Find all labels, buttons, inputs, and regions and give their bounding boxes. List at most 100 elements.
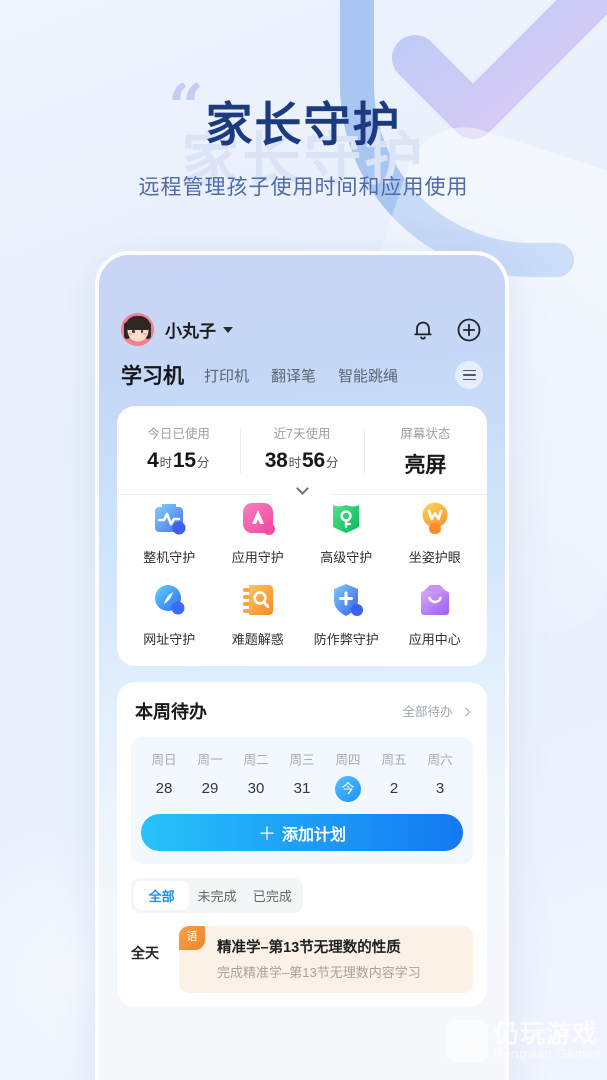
weekday-label: 周日 [151,753,177,767]
plus-icon: ＋ [257,823,276,844]
grid-item-url-guard[interactable]: 网址守护 [125,579,214,648]
list-item[interactable]: 全天 语 精准学–第13节无理数的性质 完成精准学–第13节无理数内容学习 [131,926,473,993]
stat-hours: 4 [147,449,159,472]
advanced-guard-icon [325,497,367,539]
grid-item-anticheat-guard[interactable]: 防作弊守护 [302,579,391,648]
posture-eye-icon [414,497,456,539]
date-row: 28 29 30 31 今 2 3 [141,768,463,802]
date-cell[interactable]: 28 [141,776,187,802]
date-cell[interactable]: 29 [187,776,233,802]
weekday-label: 周四 [335,753,361,767]
guard-features-card: 整机守护 应用守护 高级守护 坐姿护眼 网址守护 难题解惑 防作弊守护 应用中心 [117,481,487,666]
grid-item-label: 应用守护 [231,550,284,565]
weekday-row: 周日 周一 周二 周三 周四 周五 周六 [141,749,463,768]
url-guard-icon [148,579,190,621]
page-title: 家长守护 [205,98,402,151]
watermark-en: Rengwan Games [494,1047,601,1062]
app-guard-icon [237,497,279,539]
app-store-icon [414,579,456,621]
todo-item-time: 全天 [131,945,159,961]
page-subtitle: 远程管理孩子使用时间和应用使用 [138,176,469,199]
expand-stats-button[interactable] [273,482,331,508]
grid-item-device-guard[interactable]: 整机守护 [125,497,214,566]
date-cell[interactable]: 3 [417,776,463,802]
stat-value: 4时15分 [117,449,240,473]
filter-all[interactable]: 全部 [134,881,190,910]
stat-hours-unit: 时 [288,456,302,470]
date-cell[interactable]: 30 [233,776,279,802]
plus-circle-icon[interactable] [455,316,483,344]
stat-hours: 38 [264,449,288,472]
stat-today-usage[interactable]: 今日已使用 4时15分 [117,423,240,479]
watermark-text: 仍玩游戏 Rengwan Games [494,1019,601,1062]
week-calendar: 周日 周一 周二 周三 周四 周五 周六 28 29 30 31 今 2 3 ＋… [131,737,473,864]
stat-minutes-unit: 分 [325,456,339,470]
stat-label: 屏幕状态 [400,427,451,441]
question-search-icon [237,579,279,621]
device-guard-icon [148,497,190,539]
add-plan-button[interactable]: ＋ 添加计划 [141,814,463,851]
todo-header: 本周待办 全部待办 [131,698,473,724]
chevron-down-icon[interactable] [223,326,233,333]
stat-hours-unit: 时 [159,456,173,470]
user-name[interactable]: 小丸子 [165,317,216,342]
stat-value: 38时56分 [240,449,363,473]
stats-row: 今日已使用 4时15分 近7天使用 38时56分 屏幕状态 亮屏 [117,423,487,479]
date-cell-today[interactable]: 今 [335,776,361,802]
all-todos-link[interactable]: 全部待办 [402,701,471,721]
grid-item-app-center[interactable]: 应用中心 [391,579,480,648]
filter-complete[interactable]: 已完成 [245,881,300,910]
weekday-label: 周一 [197,753,223,767]
chevron-right-icon [461,707,471,717]
watermark-cn: 仍玩游戏 [494,1019,599,1048]
todo-item-desc: 完成精准学–第13节无理数内容学习 [217,965,421,980]
chevron-down-icon [295,482,309,495]
tab-dayinji[interactable]: 打印机 [204,365,249,386]
tab-xuexiji[interactable]: 学习机 [121,360,184,390]
grid-item-label: 整机守护 [143,550,196,565]
todo-filter-tabs: 全部 未完成 已完成 [131,878,303,913]
todo-item-title: 精准学–第13节无理数的性质 [217,940,401,956]
anticheat-shield-icon [325,579,367,621]
avatar[interactable] [121,313,154,346]
weekday-label: 周五 [381,753,407,767]
subject-badge: 语 [179,926,205,950]
grid-item-label: 难题解惑 [231,632,284,647]
stat-screen-state[interactable]: 屏幕状态 亮屏 [363,423,487,479]
hero-section: “ 家长守护 家长守护 远程管理孩子使用时间和应用使用 [0,76,607,201]
date-cell[interactable]: 2 [371,776,417,802]
grid-item-label: 坐姿护眼 [408,550,461,565]
tab-fanyibi[interactable]: 翻译笔 [271,365,316,386]
stat-value: 亮屏 [364,449,487,479]
phone-mockup: 小丸子 学习机 打印机 翻译笔 智能跳绳 今日已使用 4时15分 近7天使用 3… [95,251,509,1080]
grid-item-posture-eye[interactable]: 坐姿护眼 [391,497,480,566]
filter-incomplete[interactable]: 未完成 [189,881,244,910]
bell-icon[interactable] [409,316,437,344]
grid-item-label: 应用中心 [408,632,461,647]
hamburger-menu-icon[interactable] [455,361,483,389]
usage-stats-card: 今日已使用 4时15分 近7天使用 38时56分 屏幕状态 亮屏 [117,406,487,508]
todo-title: 本周待办 [135,702,207,722]
grid-item-label: 防作弊守护 [313,632,379,647]
stat-minutes-unit: 分 [196,456,210,470]
date-cell[interactable]: 31 [279,776,325,802]
stat-week-usage[interactable]: 近7天使用 38时56分 [240,423,363,479]
tab-zhinengtiaosheng[interactable]: 智能跳绳 [338,365,398,386]
grid-item-label: 高级守护 [320,550,373,565]
stat-minutes: 56 [301,449,325,472]
stat-label: 近7天使用 [273,427,331,441]
stat-label: 今日已使用 [147,427,210,441]
weekday-label: 周三 [289,753,315,767]
todo-item-body: 语 精准学–第13节无理数的性质 完成精准学–第13节无理数内容学习 [179,926,473,993]
grid-item-question-search[interactable]: 难题解惑 [214,579,303,648]
stat-screen-value: 亮屏 [404,454,447,477]
weekday-label: 周二 [243,753,269,767]
app-topbar: 小丸子 [99,255,505,346]
guard-features-grid: 整机守护 应用守护 高级守护 坐姿护眼 网址守护 难题解惑 防作弊守护 应用中心 [125,497,479,648]
device-tabs: 学习机 打印机 翻译笔 智能跳绳 [99,346,505,390]
weekly-todo-card: 本周待办 全部待办 周日 周一 周二 周三 周四 周五 周六 28 29 30 … [117,682,487,1007]
weekday-label: 周六 [427,753,453,767]
add-plan-label: 添加计划 [281,826,346,844]
stat-minutes: 15 [172,449,196,472]
all-todos-label: 全部待办 [402,705,453,719]
